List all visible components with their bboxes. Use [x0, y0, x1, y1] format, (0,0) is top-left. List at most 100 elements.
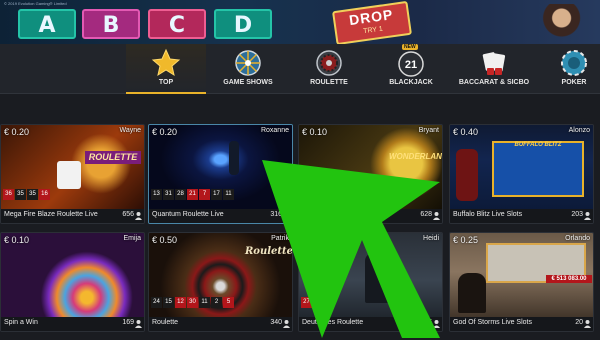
result-number: 7 [199, 189, 210, 200]
recent-results: 27 [301, 297, 312, 308]
slot-reels [492, 141, 584, 197]
game-title: Buffalo Blitz Live Slots [453, 211, 523, 218]
min-bet: € 0.20 [4, 127, 30, 137]
art-title: BUFFALO BLITZ [514, 142, 562, 148]
game-card-quantum-roulette[interactable]: € 0.20 Roxanne 13 31 28 21 7 17 11 Quant… [148, 124, 293, 224]
drop-badge: DROP TRY 1 [332, 0, 412, 44]
jackpot-amount: € 513 083.00 [546, 275, 592, 283]
nav-item-game-shows[interactable]: GAME SHOWS [212, 44, 284, 94]
card-footer: Adv… 628 [299, 209, 442, 223]
banner-tile-b: B [82, 9, 140, 39]
player-count: 340 [270, 319, 282, 326]
player-count: 203 [571, 211, 583, 218]
player-count: 316 [270, 211, 282, 218]
art-title: ROULETTE [85, 151, 141, 164]
new-badge: NEW [402, 44, 418, 50]
result-number: 24 [151, 297, 162, 308]
player-count: 628 [420, 211, 432, 218]
result-number: 13 [151, 189, 162, 200]
dealer-name: Orlando [565, 235, 590, 242]
cards-dice-icon [482, 52, 506, 75]
host-image [536, 4, 600, 44]
result-number: 27 [301, 297, 312, 308]
dealer-figure [458, 273, 486, 313]
dealer-name: Alonzo [568, 127, 590, 134]
person-icon [135, 212, 142, 220]
banner-tile-c: C [148, 9, 206, 39]
recent-results: 36 35 35 16 [3, 189, 50, 200]
game-card-mega-fire-blaze-roulette[interactable]: ROULETTE € 0.20 Wayne 36 35 35 16 Mega F… [0, 124, 145, 224]
recent-results: 24 15 12 30 11 2 5 [151, 297, 234, 308]
casino-lobby: © 2019 Evolution Gaming® Limited A B C D… [0, 0, 600, 340]
game-title: Adv… [302, 211, 322, 218]
result-number: 28 [175, 189, 186, 200]
dealer-name: Roxanne [260, 127, 289, 134]
card-footer: Roulette 340 [149, 317, 292, 331]
game-card-deutsches-roulette[interactable]: € 0.5… Heidi 27 Deutsches Roulette 26 [298, 232, 443, 332]
dealer-figure [365, 253, 393, 303]
min-bet: € 0.10 [4, 235, 30, 245]
game-thumbnail: WONDERLAND [299, 125, 442, 211]
poker-chip-icon [561, 50, 587, 76]
person-icon [584, 212, 591, 220]
legal-text: © 2019 Evolution Gaming® Limited [4, 1, 67, 6]
game-thumbnail [1, 233, 144, 319]
game-title: Mega Fire Blaze Roulette Live [4, 211, 98, 218]
dealer-name: Wayne [119, 127, 141, 134]
promo-banner[interactable]: © 2019 Evolution Gaming® Limited A B C D… [0, 0, 600, 44]
roulette-icon [316, 50, 342, 76]
result-number: 17 [211, 189, 222, 200]
card-footer: Mega Fire Blaze Roulette Live 656 [1, 209, 144, 223]
nav-item-roulette[interactable]: ROULETTE [296, 44, 362, 94]
germany-flag-icon [412, 320, 420, 328]
game-title: Deutsches Roulette [302, 319, 364, 326]
player-count: 169 [122, 319, 134, 326]
result-number: 35 [27, 189, 38, 200]
svg-text:21: 21 [405, 59, 417, 71]
nav-item-baccarat-sicbo[interactable]: BACCARAT & SICBO [452, 44, 536, 94]
game-card-buffalo-blitz[interactable]: BUFFALO BLITZ € 0.40 Alonzo Buffalo Blit… [449, 124, 594, 224]
card-footer: Quantum Roulette Live 316 [149, 209, 292, 223]
result-number: 2 [211, 297, 222, 308]
result-number: 35 [15, 189, 26, 200]
game-card-god-of-storms[interactable]: € 513 083.00 € 0.25 Orlando God Of Storm… [449, 232, 594, 332]
game-title: God Of Storms Live Slots [453, 319, 532, 326]
player-count: 20 [575, 319, 583, 326]
blackjack-21-icon: 21 [398, 51, 424, 77]
person-icon [283, 212, 290, 220]
result-number: 11 [199, 297, 210, 308]
result-number: 12 [175, 297, 186, 308]
min-bet: € 0.40 [453, 127, 479, 137]
dealer-name: Emija [123, 235, 141, 242]
person-icon [584, 320, 591, 328]
nav-item-label: BLACKJACK [389, 79, 433, 86]
min-bet: € 0.25 [453, 235, 479, 245]
person-icon [135, 320, 142, 328]
person-icon [433, 212, 440, 220]
nav-item-label: POKER [561, 79, 587, 86]
nav-item-poker[interactable]: POKER [548, 44, 600, 94]
game-thumbnail: BUFFALO BLITZ [450, 125, 593, 211]
nav-item-label: GAME SHOWS [223, 79, 273, 86]
game-card-adventures-wonderland[interactable]: WONDERLAND € 0.10 Bryant Adv… 628 [298, 124, 443, 224]
nav-item-blackjack[interactable]: NEW 21 BLACKJACK [378, 44, 444, 94]
game-title: Spin a Win [4, 319, 38, 326]
result-number: 30 [187, 297, 198, 308]
nav-item-label: TOP [158, 79, 174, 86]
wheel-icon [235, 50, 261, 76]
person-icon [433, 320, 440, 328]
dealer-name: Bryant [418, 127, 439, 134]
game-card-spin-a-win[interactable]: € 0.10 Emija Spin a Win 169 [0, 232, 145, 332]
nav-item-top[interactable]: TOP [126, 44, 206, 94]
recent-results: 13 31 28 21 7 17 11 [151, 189, 234, 200]
result-number: 15 [163, 297, 174, 308]
star-icon [151, 48, 181, 77]
game-card-roulette[interactable]: Roulette € 0.50 Patrik 24 15 12 30 11 2 … [148, 232, 293, 332]
result-number: 16 [39, 189, 50, 200]
result-number: 21 [187, 189, 198, 200]
card-footer: Buffalo Blitz Live Slots 203 [450, 209, 593, 223]
dealer-name: Patrik [271, 235, 289, 242]
art-title: Roulette [245, 246, 293, 257]
game-thumbnail [299, 233, 442, 319]
result-number: 5 [223, 297, 234, 308]
